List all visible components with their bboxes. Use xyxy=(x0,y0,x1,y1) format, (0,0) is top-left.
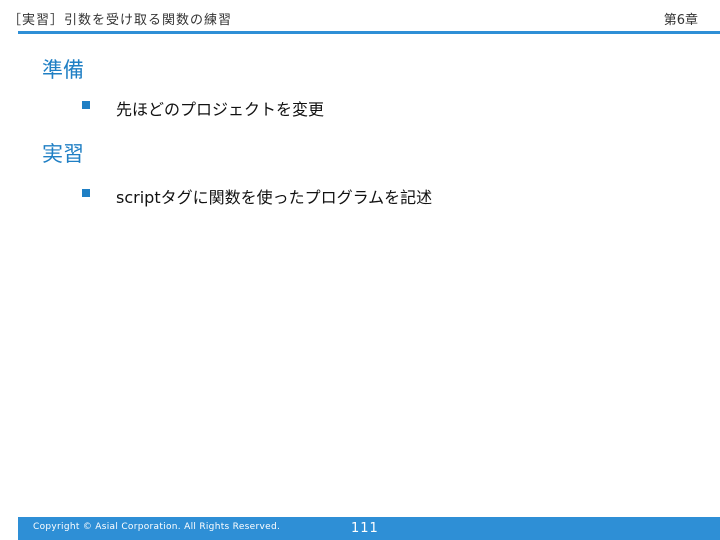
bullet-text-practice: scriptタグに関数を使ったプログラムを記述 xyxy=(116,188,433,207)
bullet-text-preparation: 先ほどのプロジェクトを変更 xyxy=(116,100,325,119)
section-heading-preparation: 準備 xyxy=(42,58,84,82)
page-number: 111 xyxy=(351,521,379,536)
copyright-text: Copyright © Asial Corporation. All Right… xyxy=(33,522,281,532)
header-divider xyxy=(18,31,720,34)
slide-title: ［実習］引数を受け取る関数の練習 xyxy=(8,13,233,28)
bullet-square-icon xyxy=(82,189,90,197)
footer-bar: Copyright © Asial Corporation. All Right… xyxy=(18,517,720,540)
chapter-label: 第6章 xyxy=(663,13,698,28)
section-heading-practice: 実習 xyxy=(42,142,84,166)
bullet-square-icon xyxy=(82,101,90,109)
